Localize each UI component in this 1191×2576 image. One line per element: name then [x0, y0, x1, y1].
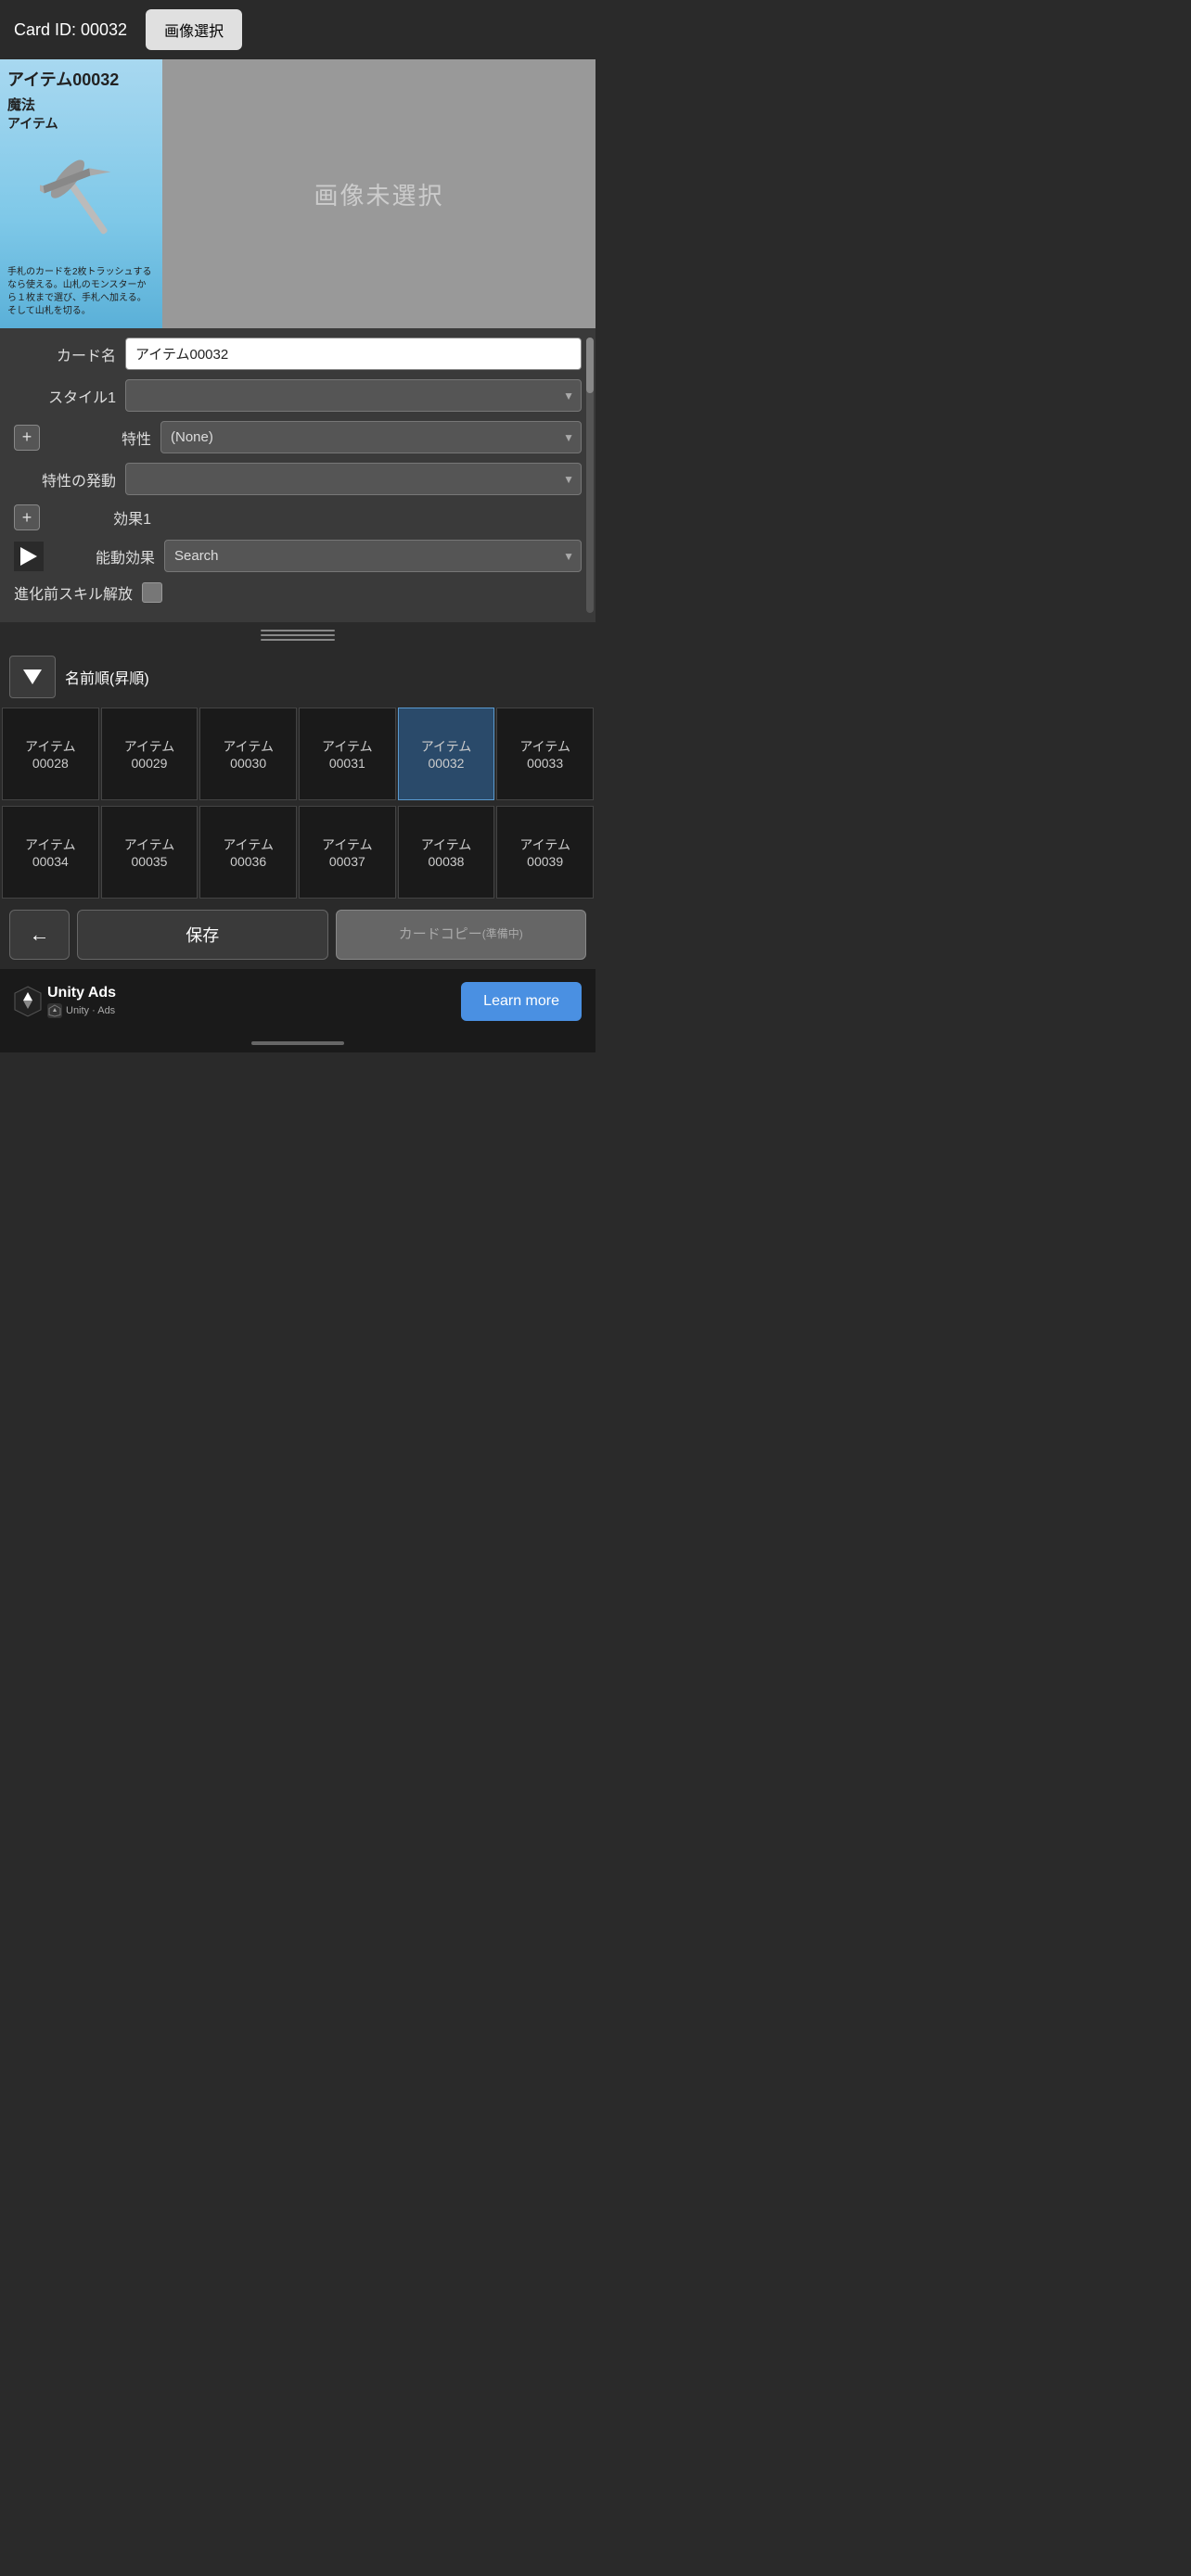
- grid-item-00032[interactable]: アイテム00032: [398, 708, 495, 800]
- unity-small-logo-icon: [47, 1003, 62, 1018]
- card-name-row: カード名: [14, 338, 582, 370]
- effect1-label: 効果1: [49, 506, 151, 529]
- grid-item-00033[interactable]: アイテム00033: [496, 708, 594, 800]
- card-preview-description: 手札のカードを2枚トラッシュするなら使える。山札のモンスターから１枚まで選び、手…: [7, 266, 155, 318]
- trait-trigger-row: 特性の発動 ▼: [14, 463, 582, 495]
- drag-handle[interactable]: [0, 622, 596, 648]
- evolution-checkbox[interactable]: [142, 582, 162, 603]
- card-grid-row1: アイテム00028 アイテム00029 アイテム00030 アイテム00031 …: [0, 706, 596, 802]
- card-copy-button[interactable]: カードコピー(準備中): [336, 910, 587, 960]
- unity-ads-text: Unity Ads: [47, 985, 116, 1001]
- grid-item-00037[interactable]: アイテム00037: [299, 806, 396, 899]
- card-name-input[interactable]: [125, 338, 582, 370]
- trait-select[interactable]: (None) Option1: [160, 421, 582, 453]
- active-effect-label: 能動効果: [53, 545, 155, 567]
- home-indicator-bar: [251, 1041, 344, 1045]
- back-button[interactable]: ←: [9, 910, 70, 960]
- bottom-indicator: [0, 1034, 596, 1052]
- style1-label: スタイル1: [14, 385, 116, 407]
- grid-item-00031[interactable]: アイテム00031: [299, 708, 396, 800]
- card-name-label: カード名: [14, 343, 116, 365]
- trait-trigger-select[interactable]: [125, 463, 582, 495]
- card-id: Card ID: 00032: [14, 20, 127, 40]
- form-scrollbar-track[interactable]: [586, 338, 594, 613]
- grid-item-00034[interactable]: アイテム00034: [2, 806, 99, 899]
- form-scrollbar-thumb[interactable]: [586, 338, 594, 393]
- trait-trigger-label: 特性の発動: [14, 468, 116, 491]
- trait-select-wrapper: (None) Option1 ▼: [160, 421, 582, 453]
- unity-sub-label: Unity · Ads: [66, 1005, 115, 1016]
- active-effect-select-wrapper: Search Option1 ▼: [164, 540, 582, 572]
- active-effect-select[interactable]: Search Option1: [164, 540, 582, 572]
- play-button[interactable]: [14, 542, 44, 571]
- unity-brand-info: Unity Ads Unity · Ads: [47, 985, 116, 1018]
- learn-more-button[interactable]: Learn more: [461, 982, 582, 1021]
- sort-down-icon: [23, 670, 42, 684]
- card-preview-subtitle2: アイテム: [7, 114, 155, 133]
- sort-bar: 名前順(昇順): [0, 648, 596, 706]
- card-preview-title: アイテム00032: [7, 67, 155, 91]
- grid-item-00039[interactable]: アイテム00039: [496, 806, 594, 899]
- unity-logo: Unity Ads Unity · Ads: [14, 985, 116, 1018]
- ad-banner: Unity Ads Unity · Ads Learn more: [0, 969, 596, 1034]
- active-effect-row: 能動効果 Search Option1 ▼: [14, 540, 582, 572]
- grid-item-00035[interactable]: アイテム00035: [101, 806, 198, 899]
- evolution-row: 進化前スキル解放: [14, 581, 582, 604]
- top-bar: Card ID: 00032 画像選択: [0, 0, 596, 59]
- card-grid-row2: アイテム00034 アイテム00035 アイテム00036 アイテム00037 …: [0, 804, 596, 900]
- grid-item-00036[interactable]: アイテム00036: [199, 806, 297, 899]
- evolution-checkbox-area: [142, 582, 162, 603]
- sort-order-button[interactable]: [9, 656, 56, 698]
- drag-lines: [261, 630, 335, 641]
- effect1-add-button[interactable]: +: [14, 504, 40, 530]
- save-button[interactable]: 保存: [77, 910, 328, 960]
- image-select-button[interactable]: 画像選択: [146, 9, 242, 50]
- no-image-area: 画像未選択: [162, 59, 596, 328]
- effect1-row: + 効果1: [14, 504, 582, 530]
- grid-item-00029[interactable]: アイテム00029: [101, 708, 198, 800]
- action-bar: ← 保存 カードコピー(準備中): [0, 900, 596, 969]
- trait-add-button[interactable]: +: [14, 425, 40, 451]
- card-preview-subtitle1: 魔法: [7, 95, 155, 114]
- grid-item-00038[interactable]: アイテム00038: [398, 806, 495, 899]
- trait-label: 特性: [49, 427, 151, 449]
- pickaxe-icon: [40, 142, 123, 253]
- preview-area: アイテム00032 魔法 アイテム 手札のカードを2枚トラッシュするなら使える。…: [0, 59, 596, 328]
- form-area: カード名 スタイル1 Option1 ▼ + 特性 (None) Option1…: [0, 328, 596, 622]
- no-image-text: 画像未選択: [314, 177, 443, 211]
- grid-item-00028[interactable]: アイテム00028: [2, 708, 99, 800]
- style1-select[interactable]: Option1: [125, 379, 582, 412]
- trait-trigger-select-wrapper: ▼: [125, 463, 582, 495]
- evolution-label: 進化前スキル解放: [14, 581, 133, 604]
- trait-row: + 特性 (None) Option1 ▼: [14, 421, 582, 453]
- card-preview: アイテム00032 魔法 アイテム 手札のカードを2枚トラッシュするなら使える。…: [0, 59, 162, 328]
- unity-shield-icon: [14, 986, 42, 1017]
- sort-label: 名前順(昇順): [65, 666, 149, 688]
- unity-sub: Unity · Ads: [47, 1003, 116, 1018]
- play-triangle-icon: [20, 547, 37, 566]
- grid-item-00030[interactable]: アイテム00030: [199, 708, 297, 800]
- style1-row: スタイル1 Option1 ▼: [14, 379, 582, 412]
- card-image-area: [7, 133, 155, 262]
- style1-select-wrapper: Option1 ▼: [125, 379, 582, 412]
